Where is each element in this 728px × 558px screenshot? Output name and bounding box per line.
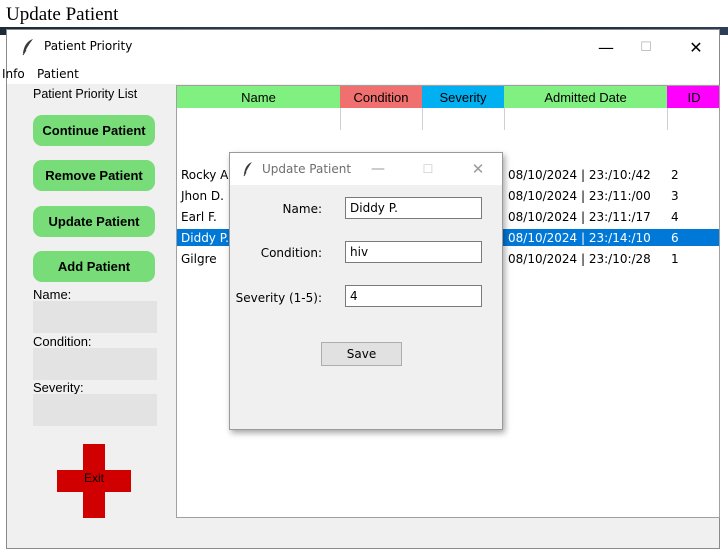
continue-patient-button[interactable]: Continue Patient: [33, 115, 155, 146]
cell-id: 6: [671, 231, 679, 245]
feather-icon: [22, 39, 33, 56]
cell-admitted-date: 08/10/2024 | 23:/14:/10: [508, 231, 651, 245]
menu-bar: Info Patient: [2, 64, 719, 84]
name-field[interactable]: [33, 301, 157, 333]
cell-name: Earl F.: [181, 210, 217, 224]
condition-field[interactable]: [33, 348, 157, 380]
dialog-close-button[interactable]: ✕: [460, 153, 496, 185]
column-header-name[interactable]: Name: [177, 86, 340, 108]
feather-icon: [243, 162, 252, 177]
dialog-title: Update Patient: [262, 162, 352, 176]
condition-label: Condition:: [33, 334, 92, 349]
exit-label: Exit: [83, 471, 104, 485]
menu-patient[interactable]: Patient: [37, 67, 79, 81]
dialog-name-label: Name:: [282, 202, 322, 216]
maximize-button[interactable]: ☐: [623, 30, 669, 64]
update-patient-button[interactable]: Update Patient: [33, 206, 155, 237]
severity-field[interactable]: [33, 394, 157, 426]
cell-id: 2: [671, 168, 679, 182]
column-separator: [422, 108, 423, 130]
cell-name: Diddy P.: [181, 231, 229, 245]
dialog-condition-input[interactable]: hiv: [345, 241, 482, 263]
severity-label: Severity:: [33, 380, 84, 395]
cell-name: Jhon D.: [181, 189, 224, 203]
dialog-titlebar[interactable]: Update Patient — ☐ ✕: [230, 153, 502, 185]
exit-button[interactable]: Exit: [57, 444, 131, 518]
dialog-severity-input[interactable]: 4: [345, 285, 482, 307]
column-header-admitted-date[interactable]: Admitted Date: [504, 86, 667, 108]
column-separator: [667, 108, 668, 130]
update-patient-dialog: Update Patient — ☐ ✕ Name: Diddy P. Cond…: [229, 152, 503, 430]
cell-name: Gilgre: [181, 252, 217, 266]
menu-info[interactable]: Info: [2, 67, 25, 81]
cell-admitted-date: 08/10/2024 | 23:/11:/00: [508, 189, 651, 203]
dialog-name-input[interactable]: Diddy P.: [345, 197, 482, 219]
dialog-maximize-button[interactable]: ☐: [410, 153, 446, 185]
column-header-id[interactable]: ID: [667, 86, 719, 108]
sidebar-title: Patient Priority List: [33, 87, 138, 101]
window-titlebar[interactable]: Patient Priority — ☐ ✕: [7, 30, 719, 64]
column-separator: [340, 108, 341, 130]
cell-name: Rocky A.: [181, 168, 232, 182]
close-button[interactable]: ✕: [673, 30, 719, 64]
cell-admitted-date: 08/10/2024 | 23:/10:/28: [508, 252, 651, 266]
name-label: Name:: [33, 287, 72, 302]
page-caption: Update Patient: [6, 4, 119, 25]
column-header-severity[interactable]: Severity: [422, 86, 504, 108]
add-patient-button[interactable]: Add Patient: [33, 251, 155, 282]
column-separator: [504, 108, 505, 130]
cell-id: 4: [671, 210, 679, 224]
column-header-condition[interactable]: Condition: [340, 86, 422, 108]
window-title: Patient Priority: [44, 39, 133, 53]
dialog-minimize-button[interactable]: —: [360, 153, 396, 185]
cell-admitted-date: 08/10/2024 | 23:/10:/42: [508, 168, 651, 182]
cell-id: 1: [671, 252, 679, 266]
remove-patient-button[interactable]: Remove Patient: [33, 160, 155, 191]
dialog-condition-label: Condition:: [260, 246, 322, 260]
dialog-severity-label: Severity (1-5):: [235, 291, 322, 305]
cell-admitted-date: 08/10/2024 | 23:/11:/17: [508, 210, 651, 224]
cell-id: 3: [671, 189, 679, 203]
save-button[interactable]: Save: [321, 342, 402, 366]
